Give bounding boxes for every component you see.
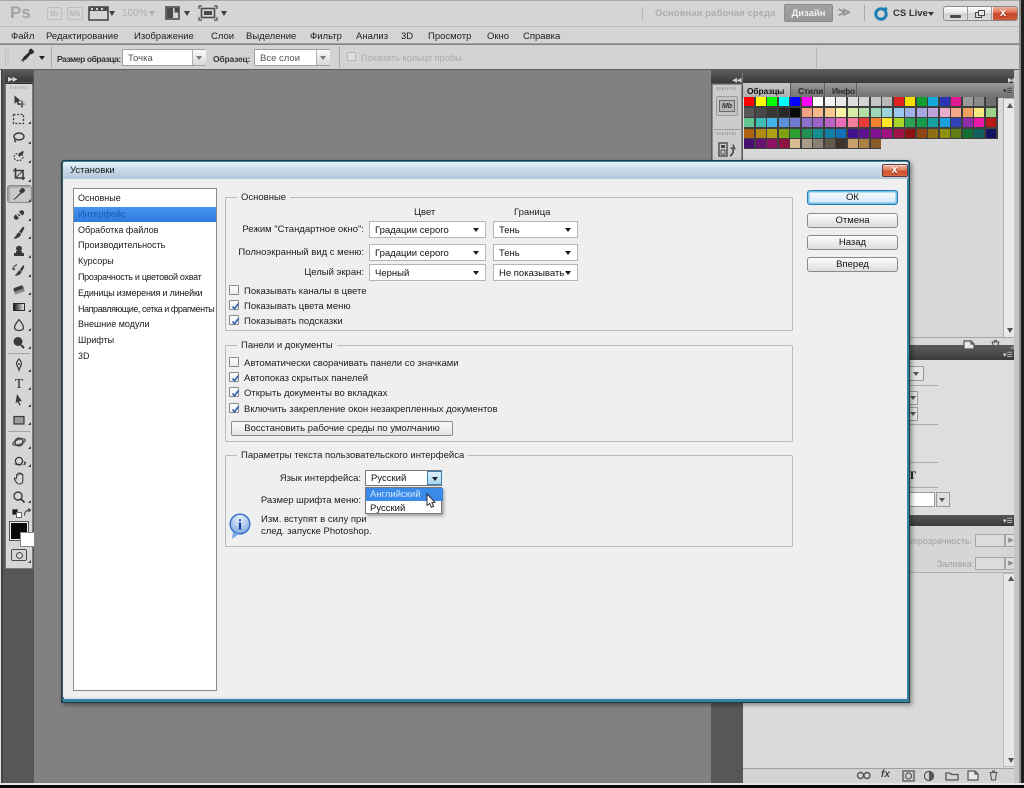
svg-text:T: T <box>15 377 24 392</box>
svg-text:i: i <box>238 518 242 534</box>
